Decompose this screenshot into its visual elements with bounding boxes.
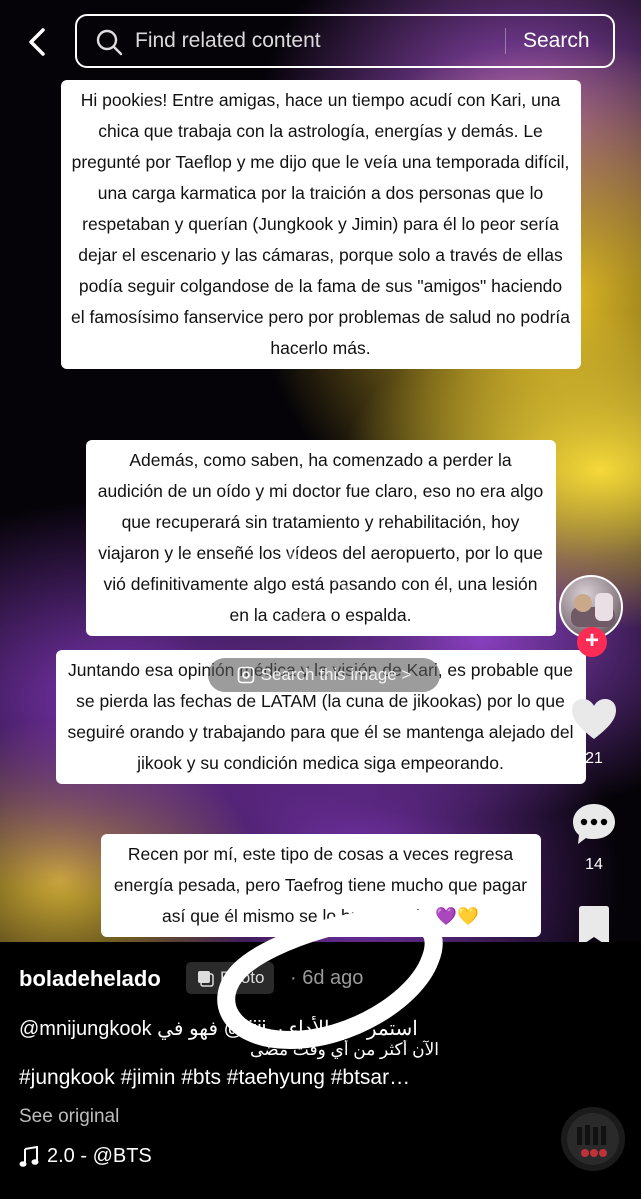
search-input[interactable]: Find related content <box>135 29 321 53</box>
music-note-icon <box>19 1145 39 1167</box>
post-image[interactable]: Hi pookies! Entre amigas, hace un tiempo… <box>0 0 641 942</box>
chevron-left-icon <box>29 28 45 56</box>
disc-artwork <box>567 1113 619 1165</box>
text-block-1: Hi pookies! Entre amigas, hace un tiempo… <box>0 80 641 369</box>
search-this-image-label: Search this image > <box>260 665 412 684</box>
back-button[interactable] <box>18 22 54 62</box>
search-icon <box>96 29 123 56</box>
follow-button[interactable]: + <box>577 627 607 657</box>
text-block-4: Recen por mí, este tipo de cosas a veces… <box>0 834 641 937</box>
heart-icon <box>572 699 616 739</box>
like-count: 21 <box>585 750 603 767</box>
music-info[interactable]: 2.0 - @BTS <box>19 1145 152 1168</box>
play-icon <box>288 549 351 627</box>
photo-badge: Photo <box>186 962 275 994</box>
see-original-link[interactable]: See original <box>19 1106 119 1128</box>
search-this-image-button[interactable]: Search this image > <box>208 658 440 692</box>
music-label: 2.0 - @BTS <box>47 1145 152 1167</box>
post-time: · 6d ago <box>290 967 364 989</box>
image-search-icon <box>237 666 254 684</box>
comment-count: 14 <box>585 856 603 873</box>
post-info-panel: boladehelado Photo · 6d ago @mnijungkook… <box>0 942 641 1199</box>
author-username[interactable]: boladehelado <box>19 966 161 992</box>
comment-icon <box>573 804 615 844</box>
caption-line-2: الآن أكثر من أي وقت مضى <box>250 1040 439 1059</box>
like-button[interactable]: 21 <box>556 697 632 768</box>
caption-hashtags[interactable]: #jungkook #jimin #bts #taehyung #btsar… <box>19 1066 549 1090</box>
photo-badge-label: Photo <box>220 968 265 987</box>
top-bar: Find related content Search <box>0 12 641 72</box>
search-button[interactable]: Search <box>523 29 590 53</box>
photo-icon <box>198 971 214 987</box>
music-disc[interactable] <box>561 1107 625 1171</box>
search-bar[interactable]: Find related content Search <box>75 14 615 68</box>
caption-line-1: @mnijungkook فهو في @jjjjj استمر في الأد… <box>19 1018 418 1040</box>
comment-button[interactable]: 14 <box>556 801 632 874</box>
search-divider <box>505 28 506 54</box>
